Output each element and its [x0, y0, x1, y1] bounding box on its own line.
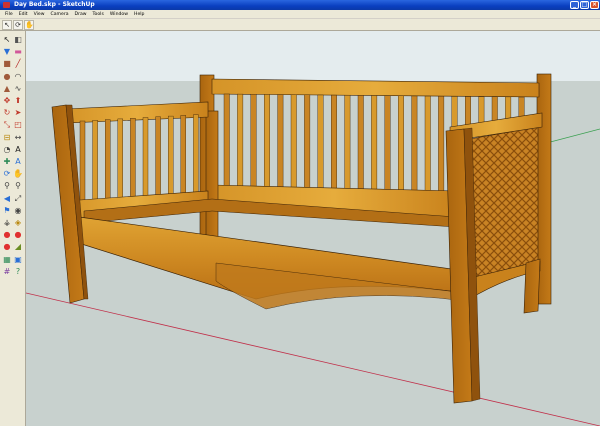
model-viewport[interactable]	[26, 31, 600, 426]
minimize-button[interactable]: _	[570, 1, 579, 9]
back-slat	[263, 94, 270, 189]
back-slat	[424, 95, 431, 194]
back-slat	[357, 95, 364, 192]
back-slat	[411, 95, 418, 194]
photo-match-icon[interactable]: ▣	[13, 255, 23, 265]
move-icon[interactable]: ✥	[2, 96, 12, 106]
protractor-icon[interactable]: ◔	[2, 145, 12, 155]
menu-edit[interactable]: Edit	[16, 10, 31, 18]
position-camera-icon[interactable]: ⚑	[2, 206, 12, 216]
walk-icon[interactable]: ⚶	[2, 218, 12, 228]
back-slat	[331, 94, 337, 191]
window-title: Day Bed.skp - SketchUp	[14, 1, 95, 8]
polygon-icon[interactable]: ▲	[2, 84, 12, 94]
back-slat	[384, 95, 391, 193]
section-plane-icon[interactable]: ◈	[13, 218, 23, 228]
back-slat	[237, 93, 244, 188]
stop-icon[interactable]: ●	[2, 230, 12, 240]
eraser-icon[interactable]: ▬	[13, 47, 23, 57]
title-bar: Day Bed.skp - SketchUp _ □ ×	[0, 0, 600, 10]
back-slat	[438, 95, 445, 194]
orbit-icon[interactable]: ⟳	[2, 169, 12, 179]
freehand-icon[interactable]: ∿	[13, 84, 23, 94]
text-icon[interactable]: A	[13, 145, 23, 155]
stop-alt-icon[interactable]: ●	[2, 242, 12, 252]
paint-bucket-icon[interactable]: ▼	[2, 47, 12, 57]
sketchup-app-icon	[3, 2, 10, 8]
back-slat	[344, 95, 351, 192]
scale-icon[interactable]: ⤡	[2, 120, 12, 130]
day-bed-model	[26, 31, 600, 426]
line-icon[interactable]: ╱	[13, 59, 23, 69]
3d-text-icon[interactable]: A	[13, 157, 23, 167]
menu-bar: File Edit View Camera Draw Tools Window …	[0, 10, 600, 19]
pan-icon[interactable]: ✋	[24, 19, 34, 30]
orbit-icon[interactable]: ⟳	[13, 19, 23, 30]
back-slat	[290, 94, 297, 190]
zoom-window-icon[interactable]: ⚲	[13, 181, 23, 191]
help-icon[interactable]: ?	[13, 267, 23, 277]
menu-window[interactable]: Window	[107, 10, 131, 18]
menu-tools[interactable]: Tools	[90, 10, 107, 18]
rotate-icon[interactable]: ↻	[2, 108, 12, 118]
back-slat	[304, 94, 311, 190]
select-icon[interactable]: ↖	[2, 35, 12, 45]
tape-measure-icon[interactable]: ⊟	[2, 133, 12, 143]
dimension-icon[interactable]: ↔	[13, 133, 23, 143]
zoom-icon[interactable]: ⚲	[2, 181, 12, 191]
zoom-extents-icon[interactable]: ⤢	[13, 194, 23, 204]
back-slat	[317, 94, 324, 191]
top-toolbar: ↖ ⟳ ✋	[0, 19, 600, 31]
menu-camera[interactable]: Camera	[48, 10, 72, 18]
back-slat	[371, 95, 378, 192]
rectangle-icon[interactable]: ■	[2, 59, 12, 69]
axes-icon[interactable]: ✚	[2, 157, 12, 167]
look-around-icon[interactable]: ◉	[13, 206, 23, 216]
push-pull-icon[interactable]: ⬆	[13, 96, 23, 106]
select-arrow-icon[interactable]: ↖	[2, 19, 12, 30]
grid-icon[interactable]: #	[2, 267, 12, 277]
back-slat	[398, 95, 404, 193]
arc-icon[interactable]: ◠	[13, 72, 23, 82]
offset-icon[interactable]: ◰	[13, 120, 23, 130]
right-back-leg	[523, 258, 541, 314]
sandbox-icon[interactable]: ◢	[13, 242, 23, 252]
menu-view[interactable]: View	[31, 10, 48, 18]
maximize-button[interactable]: □	[580, 1, 589, 9]
back-slat	[223, 93, 230, 188]
close-button[interactable]: ×	[590, 1, 599, 9]
pan-icon[interactable]: ✋	[13, 169, 23, 179]
follow-me-icon[interactable]: ➤	[13, 108, 23, 118]
menu-file[interactable]: File	[2, 10, 16, 18]
back-slat	[277, 94, 284, 189]
sky	[26, 31, 600, 81]
record-icon[interactable]: ●	[13, 230, 23, 240]
window-controls: _ □ ×	[570, 1, 599, 9]
make-component-icon[interactable]: ◧	[13, 35, 23, 45]
terrain-icon[interactable]: ▦	[2, 255, 12, 265]
menu-draw[interactable]: Draw	[72, 10, 90, 18]
menu-help[interactable]: Help	[131, 10, 147, 18]
circle-icon[interactable]: ●	[2, 72, 12, 82]
back-slat	[250, 94, 257, 189]
left-toolbar: ↖ ◧ ▼ ▬ ■ ╱ ● ◠ ▲ ∿ ✥ ⬆ ↻ ➤ ⤡ ◰ ⊟ ↔ ◔ A ✚ A ⟳ ✋ ⚲ ⚲ ◀ ⤢ ⚑ ◉ ⚶ ◈ ● ● ● ◢ ▦ ▣ #?	[0, 31, 26, 426]
previous-view-icon[interactable]: ◀	[2, 194, 12, 204]
